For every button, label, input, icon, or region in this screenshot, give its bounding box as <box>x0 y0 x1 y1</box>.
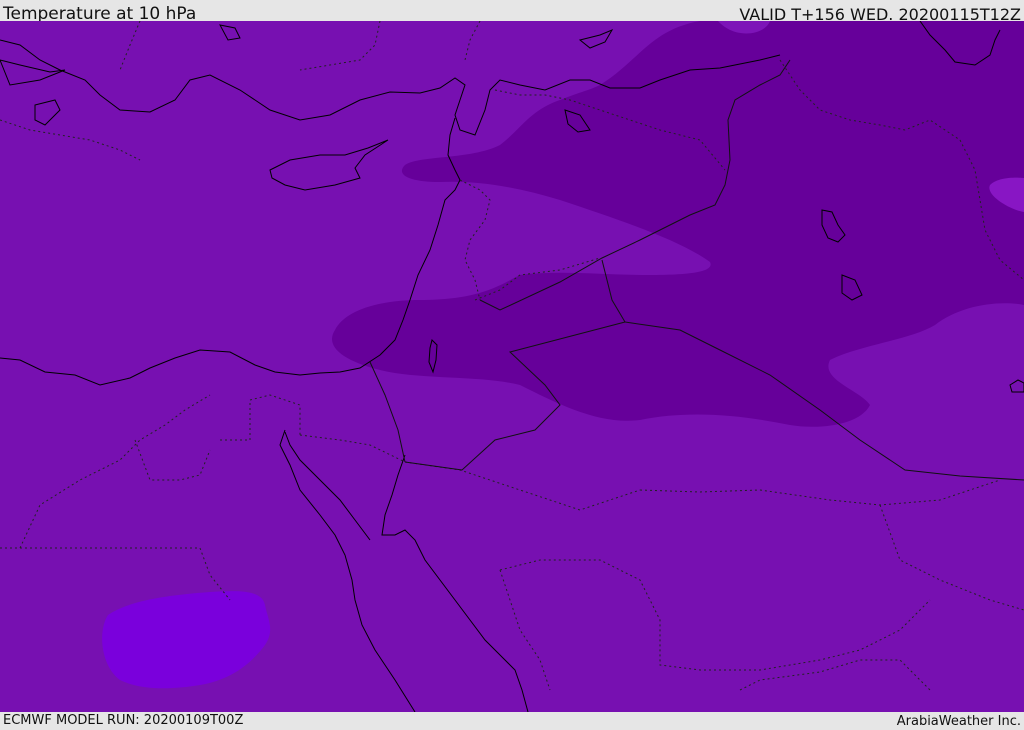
weather-map[interactable] <box>0 21 1024 712</box>
credit-label: ArabiaWeather Inc. <box>896 714 1021 729</box>
header-bar: Temperature at 10 hPa VALID T+156 WED. 2… <box>0 0 1024 24</box>
footer-bar: ECMWF MODEL RUN: 20200109T00Z ArabiaWeat… <box>0 712 1024 729</box>
model-run-label: ECMWF MODEL RUN: 20200109T00Z <box>3 713 244 728</box>
